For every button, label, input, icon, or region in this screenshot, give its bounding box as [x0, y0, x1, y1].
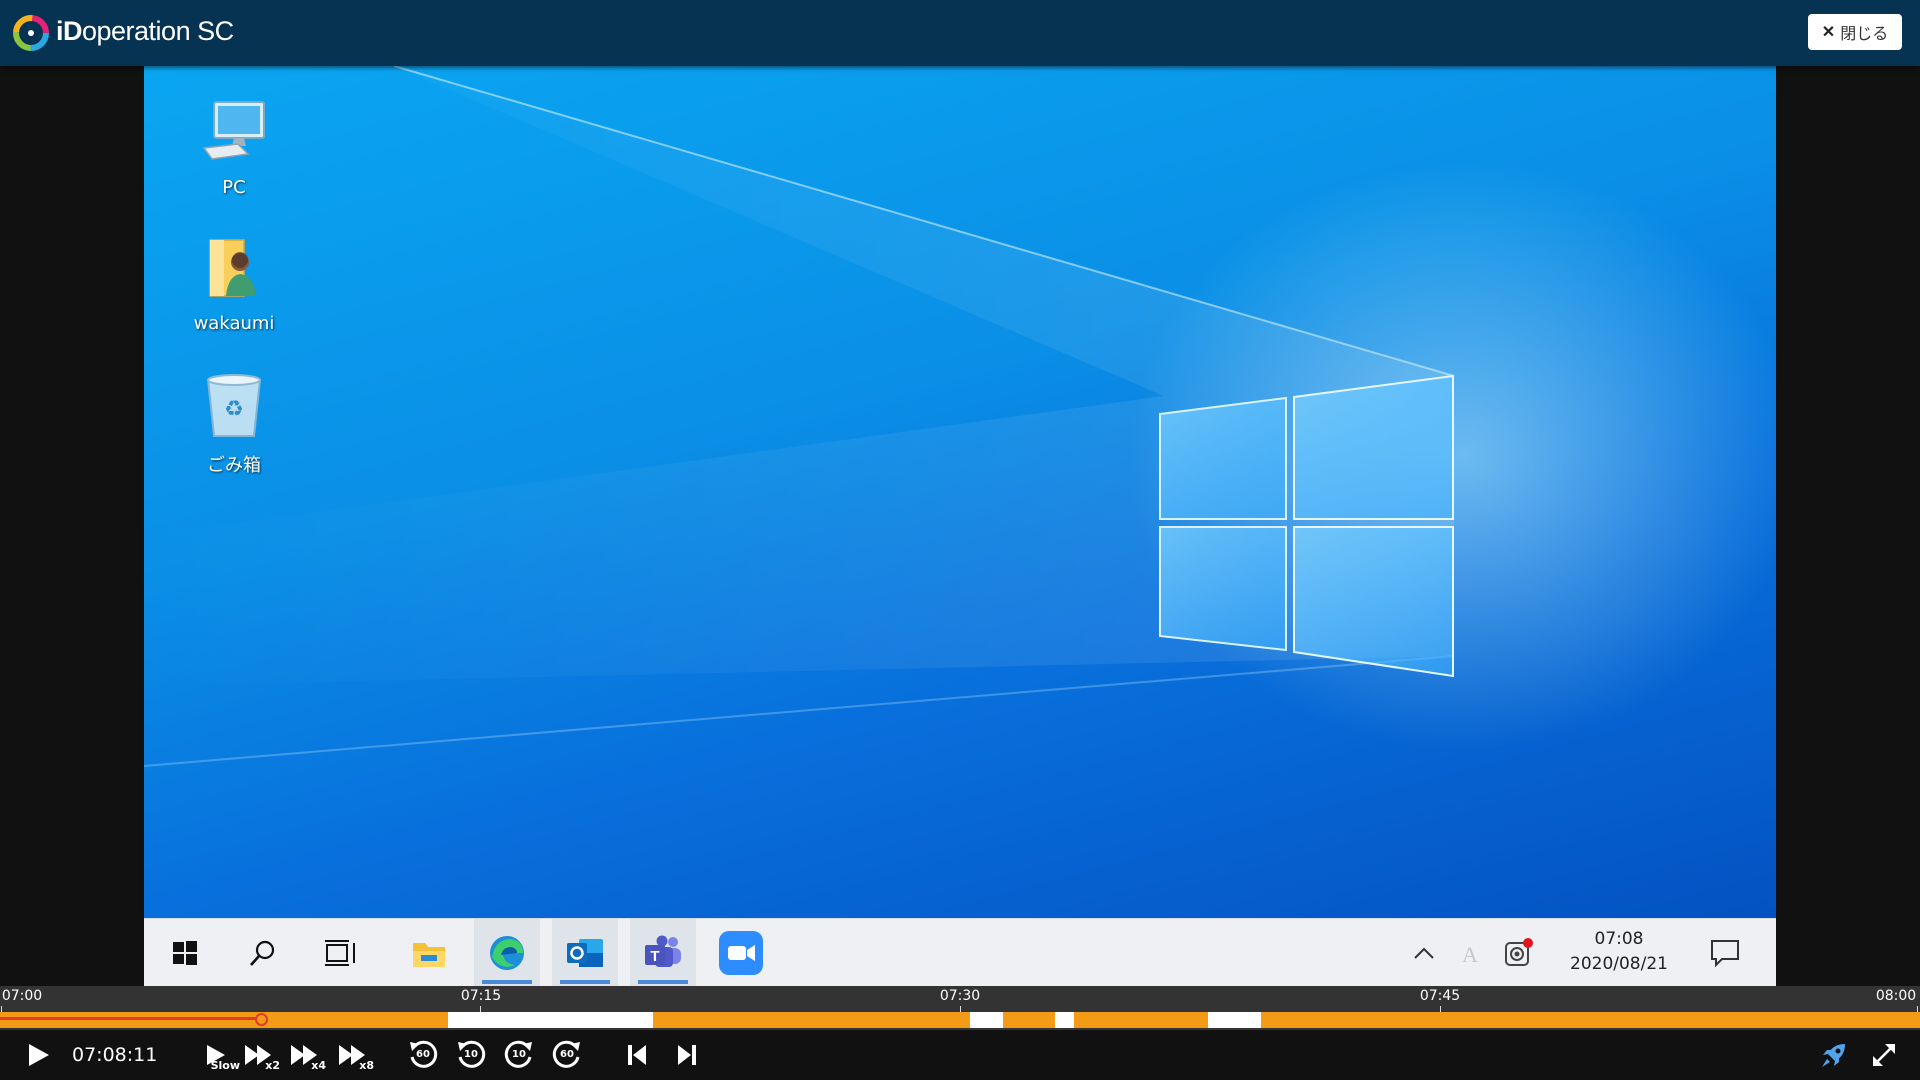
rewind-seconds: 60	[416, 1049, 430, 1060]
skip-previous-icon	[628, 1045, 646, 1065]
task-view-icon	[325, 940, 355, 966]
desktop-icon-user-folder[interactable]: wakaumi	[179, 232, 289, 334]
taskbar-zoom[interactable]	[708, 919, 774, 986]
outlook-icon	[567, 939, 603, 967]
user-folder-icon	[209, 239, 256, 297]
timeline-gap	[1055, 1012, 1074, 1028]
windows-taskbar: T A 07:08 2020/08/21	[144, 918, 1776, 986]
desktop-icon-label: PC	[222, 177, 246, 198]
teams-icon: T	[645, 935, 681, 967]
desktop-wallpaper	[144, 66, 1776, 918]
desktop-icon-label: wakaumi	[193, 313, 275, 334]
timeline-gap	[1208, 1012, 1261, 1028]
timeline-playhead[interactable]	[255, 1013, 268, 1026]
zoom-icon	[719, 931, 763, 975]
app-title-suffix: operation SC	[82, 16, 234, 46]
forward-60-button[interactable]: 60	[550, 1038, 584, 1072]
action-center-button[interactable]	[1700, 919, 1750, 986]
search-icon	[250, 940, 275, 966]
forward-seconds: 10	[512, 1049, 526, 1060]
svg-text:T: T	[650, 948, 659, 965]
active-app-indicator	[560, 980, 610, 984]
taskbar-clock[interactable]: 07:08 2020/08/21	[1564, 927, 1674, 977]
chevron-up-icon	[1414, 947, 1434, 959]
taskbar-edge[interactable]	[474, 919, 540, 986]
timeline-progress	[0, 1017, 261, 1020]
speed-label: x4	[311, 1059, 326, 1072]
speed-x8-button[interactable]: x8	[336, 1038, 374, 1072]
play-button[interactable]	[20, 1038, 56, 1072]
taskbar-teams[interactable]: T	[630, 919, 696, 986]
speed-x4-button[interactable]: x4	[288, 1038, 326, 1072]
ime-indicator[interactable]: A	[1450, 919, 1490, 986]
taskbar-search-button[interactable]	[230, 919, 296, 986]
timeline-gap	[448, 1012, 653, 1028]
app-title: iDoperation SC	[56, 16, 234, 47]
speed-x2-button[interactable]: x2	[242, 1038, 280, 1072]
task-view-button[interactable]	[308, 919, 374, 986]
close-button[interactable]: ✕ 閉じる	[1808, 14, 1902, 50]
ime-a-icon: A	[1462, 942, 1478, 966]
recording-timeline: 07:00 07:15 07:30 07:45 08:00	[0, 986, 1920, 1030]
svg-text:♻: ♻	[224, 397, 244, 422]
slow-play-button[interactable]: Slow	[196, 1038, 240, 1072]
timeline-tick-label: 07:00	[1, 988, 43, 1004]
computer-icon	[202, 101, 265, 160]
rewind-seconds: 10	[464, 1049, 478, 1060]
desktop-icon-label: ごみ箱	[207, 455, 261, 476]
quick-launch-button[interactable]	[1816, 1038, 1852, 1072]
current-time: 07:08:11	[72, 1044, 158, 1066]
forward-10-button[interactable]: 10	[502, 1038, 536, 1072]
desktop-icon-recycle-bin[interactable]: ♻ ごみ箱	[179, 370, 289, 477]
svg-text:A: A	[1462, 942, 1478, 966]
show-hidden-icons-button[interactable]	[1404, 919, 1444, 986]
idoperation-logo-icon	[13, 15, 49, 51]
clock-time: 07:08	[1594, 929, 1644, 949]
timeline-tick-label: 07:45	[1419, 988, 1461, 1004]
timeline-tick-label: 07:15	[460, 988, 502, 1004]
rewind-10-button[interactable]: 10	[454, 1038, 488, 1072]
timeline-gap	[970, 1012, 1003, 1028]
taskbar-outlook[interactable]	[552, 919, 618, 986]
rewind-60-button[interactable]: 60	[406, 1038, 440, 1072]
taskbar-file-explorer[interactable]	[396, 919, 462, 986]
active-app-indicator	[638, 980, 688, 984]
player-controls: 07:08:11 Slow x2 x4 x8 60 10 10 60	[0, 1030, 1920, 1080]
file-explorer-icon	[413, 943, 445, 967]
slow-label: Slow	[210, 1059, 240, 1072]
previous-button[interactable]	[622, 1038, 652, 1072]
fullscreen-icon	[1873, 1044, 1895, 1066]
play-icon	[29, 1044, 49, 1066]
speed-label: x8	[359, 1059, 374, 1072]
app-header: iDoperation SC ✕ 閉じる	[0, 0, 1920, 66]
notification-icon	[1711, 940, 1739, 967]
recording-camera-icon	[1505, 938, 1533, 966]
edge-icon	[490, 936, 524, 970]
recording-tray-button[interactable]	[1496, 919, 1540, 986]
windows-logo-wallpaper	[144, 66, 1455, 767]
fullscreen-button[interactable]	[1866, 1038, 1902, 1072]
clock-date: 2020/08/21	[1570, 954, 1668, 974]
desktop-icon-pc[interactable]: PC	[179, 96, 289, 198]
timeline-tick-label: 08:00	[1875, 988, 1917, 1004]
next-button[interactable]	[672, 1038, 702, 1072]
skip-next-icon	[678, 1045, 696, 1065]
rocket-icon	[1822, 1044, 1845, 1067]
recycle-bin-icon: ♻	[206, 374, 262, 437]
speed-label: x2	[265, 1059, 280, 1072]
windows-start-icon	[173, 941, 197, 965]
remote-screen: PC wakaumi ♻ ごみ箱 T A 07:08 2020/08/21	[144, 66, 1776, 986]
active-app-indicator	[482, 980, 532, 984]
close-icon: ✕	[1821, 24, 1836, 41]
forward-seconds: 60	[560, 1049, 574, 1060]
app-title-prefix: iD	[56, 16, 83, 46]
start-button[interactable]	[152, 919, 218, 986]
timeline-track[interactable]	[0, 1012, 1920, 1028]
timeline-tick-label: 07:30	[939, 988, 981, 1004]
close-button-label: 閉じる	[1840, 26, 1889, 43]
